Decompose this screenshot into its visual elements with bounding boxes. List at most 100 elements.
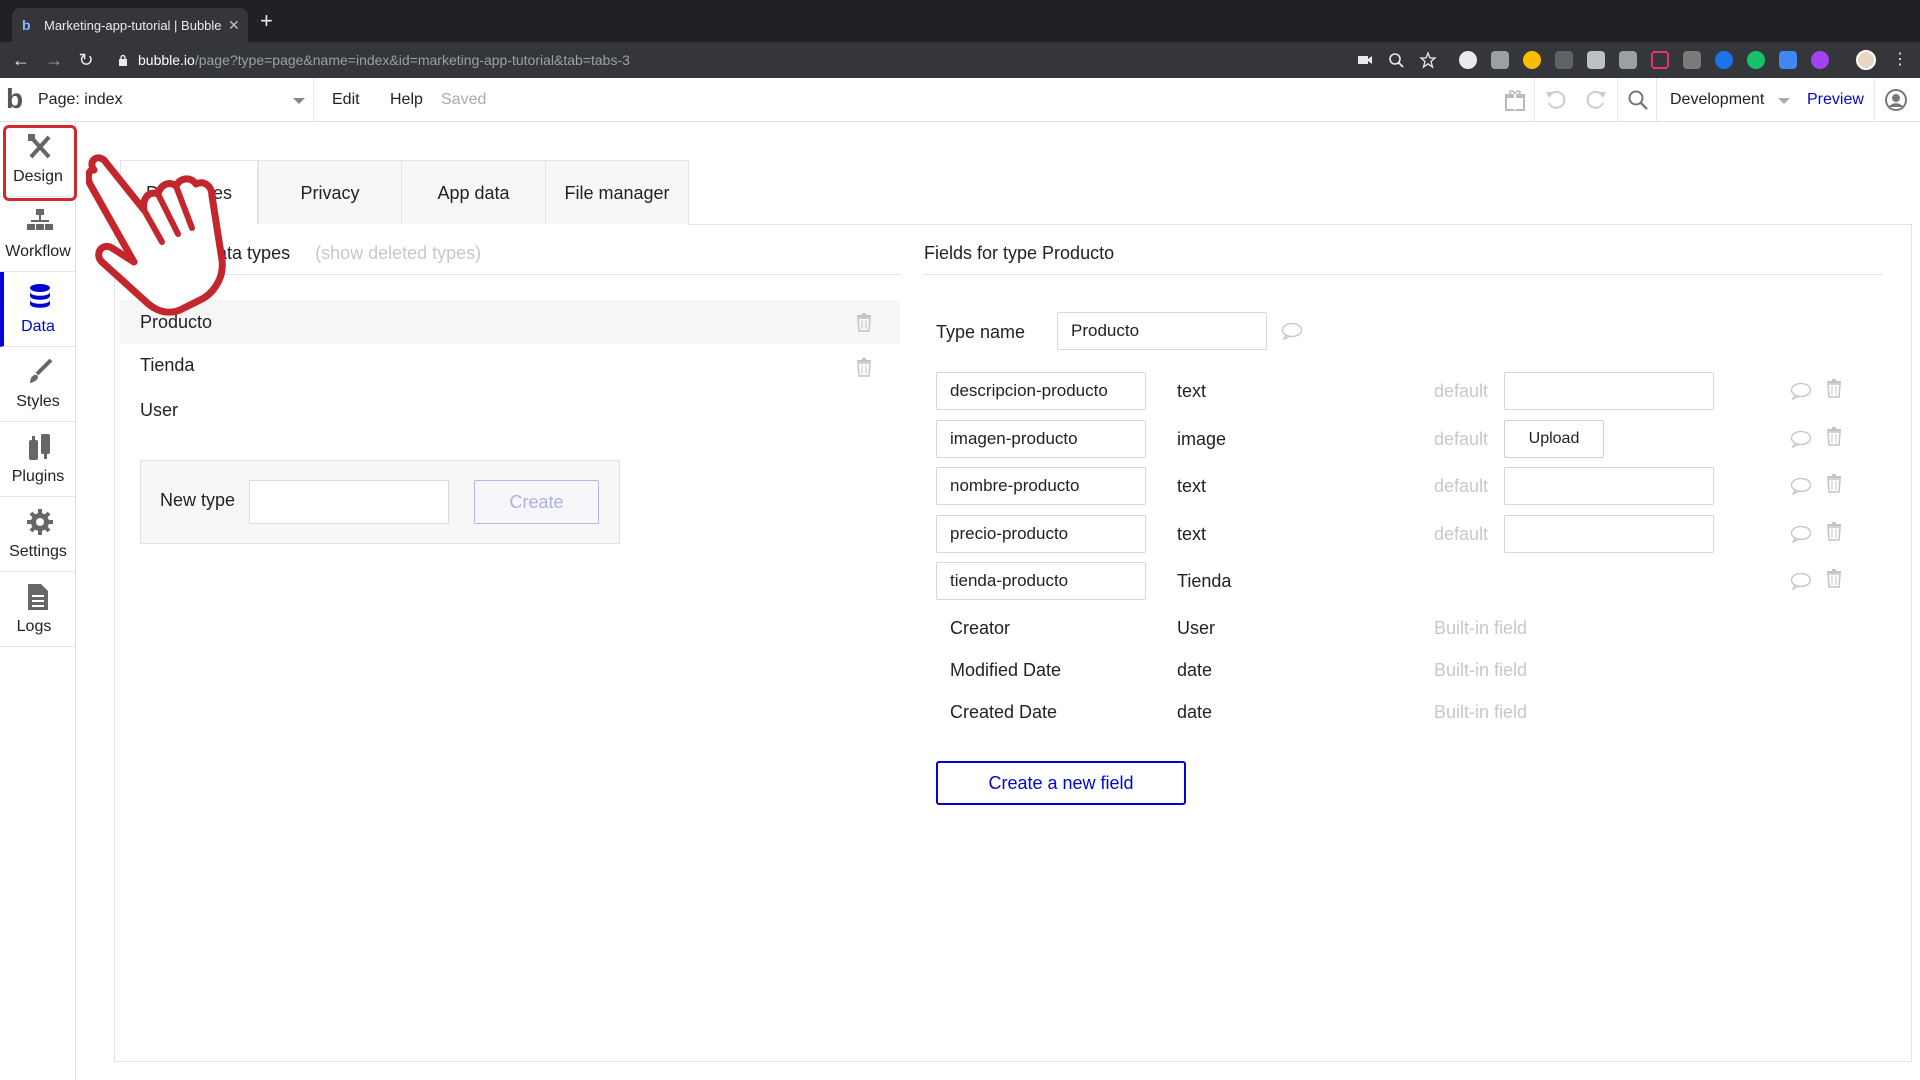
field-name[interactable]: tienda-producto	[936, 562, 1146, 600]
tab-label: App data	[437, 183, 510, 203]
page-selector[interactable]: Page: index	[38, 78, 314, 122]
design-highlight-box	[3, 125, 77, 201]
camera-icon[interactable]	[1356, 51, 1374, 69]
extension-3-icon[interactable]	[1523, 51, 1541, 69]
forward-icon[interactable]: →	[44, 50, 64, 70]
trash-icon[interactable]	[1826, 568, 1842, 588]
type-row-user[interactable]: User	[120, 388, 900, 432]
search-icon[interactable]	[1626, 88, 1650, 112]
default-value-input[interactable]	[1504, 372, 1714, 410]
close-tab-icon[interactable]: ✕	[228, 17, 240, 34]
tab-file-manager[interactable]: File manager	[545, 160, 689, 224]
comment-icon[interactable]	[1790, 430, 1812, 448]
workflow-icon	[27, 209, 53, 230]
sidebar-item-settings[interactable]: Settings	[0, 497, 76, 572]
trash-icon[interactable]	[856, 312, 872, 332]
extension-1-icon[interactable]	[1459, 51, 1477, 69]
zoom-icon[interactable]	[1387, 51, 1405, 69]
extension-12-icon[interactable]	[1811, 51, 1829, 69]
reload-icon[interactable]: ↻	[76, 50, 96, 70]
account-icon[interactable]	[1884, 88, 1908, 112]
preview-button[interactable]: Preview	[1807, 78, 1864, 122]
more-options-icon[interactable]: ⋮	[1892, 50, 1908, 70]
default-value-input[interactable]	[1504, 515, 1714, 553]
new-type-label: New type	[160, 490, 236, 510]
extension-5-icon[interactable]	[1587, 51, 1605, 69]
trash-icon[interactable]	[1826, 521, 1842, 541]
comment-icon[interactable]	[1790, 477, 1812, 495]
sidebar-item-label: Styles	[16, 393, 60, 410]
bubble-logo-icon[interactable]: b	[6, 84, 23, 114]
edit-menu[interactable]: Edit	[332, 78, 360, 122]
field-type[interactable]: text	[1177, 381, 1206, 402]
comment-icon[interactable]	[1790, 525, 1812, 543]
field-type[interactable]: text	[1177, 476, 1206, 497]
builtin-field-type: date	[1177, 660, 1213, 680]
trash-icon[interactable]	[1826, 426, 1842, 446]
toolbar-divider	[1874, 78, 1875, 122]
trash-icon[interactable]	[1826, 378, 1842, 398]
tab-app-data[interactable]: App data	[401, 160, 546, 224]
create-new-field-button[interactable]: Create a new field	[936, 761, 1186, 805]
sidebar-item-workflow[interactable]: Workflow	[0, 197, 76, 272]
field-name[interactable]: imagen-producto	[936, 420, 1146, 458]
extension-8-icon[interactable]	[1683, 51, 1701, 69]
browser-toolbar: ← → ↻ bubble.io/page?type=page&name=inde…	[0, 42, 1920, 78]
default-label: default	[1434, 524, 1489, 544]
sidebar-item-label: Plugins	[11, 468, 65, 485]
undo-icon[interactable]	[1544, 88, 1568, 112]
comment-icon[interactable]	[1790, 382, 1812, 400]
upload-button[interactable]: Upload	[1504, 420, 1604, 458]
trash-icon[interactable]	[856, 357, 872, 377]
bookmark-star-icon[interactable]	[1419, 51, 1437, 69]
brush-icon	[30, 358, 53, 383]
redo-icon[interactable]	[1584, 88, 1608, 112]
plugin-icon	[29, 434, 50, 460]
browser-tab[interactable]: b Marketing-app-tutorial | Bubble ✕	[12, 8, 248, 42]
profile-avatar[interactable]	[1856, 50, 1876, 70]
toolbar-divider	[1656, 78, 1657, 122]
back-icon[interactable]: ←	[11, 50, 31, 70]
address-bar[interactable]: bubble.io/page?type=page&name=index&id=m…	[118, 46, 1328, 74]
default-value-input[interactable]	[1504, 467, 1714, 505]
show-deleted-types-link[interactable]: (show deleted types)	[315, 243, 481, 263]
field-type[interactable]: Tienda	[1177, 571, 1231, 592]
type-row-tienda[interactable]: Tienda	[120, 343, 900, 387]
gift-icon[interactable]	[1503, 88, 1527, 112]
field-name[interactable]: descripcion-producto	[936, 372, 1146, 410]
type-name-input[interactable]: Producto	[1057, 312, 1267, 350]
sidebar-item-data[interactable]: Data	[0, 272, 76, 347]
tab-label: Privacy	[300, 183, 360, 203]
sidebar-item-styles[interactable]: Styles	[0, 347, 76, 422]
field-name[interactable]: precio-producto	[936, 515, 1146, 553]
new-tab-icon[interactable]: +	[260, 10, 273, 32]
extension-9-icon[interactable]	[1715, 51, 1733, 69]
sidebar-item-logs[interactable]: Logs	[0, 572, 76, 647]
new-type-input[interactable]	[249, 480, 449, 524]
field-type[interactable]: image	[1177, 429, 1226, 450]
field-name[interactable]: nombre-producto	[936, 467, 1146, 505]
extension-7-icon[interactable]	[1651, 51, 1669, 69]
editor-top-bar: b Page: index Edit Help Saved Developmen…	[0, 78, 1920, 122]
tab-privacy[interactable]: Privacy	[258, 160, 402, 224]
field-type[interactable]: text	[1177, 524, 1206, 545]
sidebar-item-plugins[interactable]: Plugins	[0, 422, 76, 497]
url-host: bubble.io	[138, 52, 195, 68]
help-menu[interactable]: Help	[390, 78, 423, 122]
page-selector-label: Page: index	[38, 91, 123, 108]
trash-icon[interactable]	[1826, 473, 1842, 493]
extension-4-icon[interactable]	[1555, 51, 1573, 69]
extension-2-icon[interactable]	[1491, 51, 1509, 69]
chevron-down-icon	[293, 98, 305, 104]
comment-icon[interactable]	[1281, 322, 1303, 340]
grammarly-icon[interactable]	[1747, 51, 1765, 69]
extension-11-icon[interactable]	[1779, 51, 1797, 69]
document-icon	[28, 584, 48, 610]
builtin-field-name: Creator	[950, 618, 1011, 638]
bubble-favicon-icon: b	[22, 17, 31, 33]
pocket-icon[interactable]	[1619, 51, 1637, 69]
create-type-button[interactable]: Create	[474, 480, 599, 524]
type-name-label: Type name	[936, 322, 1026, 342]
comment-icon[interactable]	[1790, 572, 1812, 590]
environment-selector[interactable]: Development	[1670, 78, 1790, 122]
